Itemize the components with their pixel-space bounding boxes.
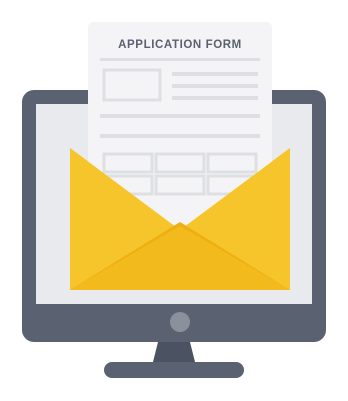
monitor-stand xyxy=(104,342,244,378)
form-title: APPLICATION FORM xyxy=(118,39,242,51)
monitor-envelope-form-icon: APPLICATION FORM xyxy=(22,22,326,378)
power-button-icon xyxy=(170,312,190,332)
email-application-illustration: APPLICATION FORM xyxy=(0,0,348,396)
